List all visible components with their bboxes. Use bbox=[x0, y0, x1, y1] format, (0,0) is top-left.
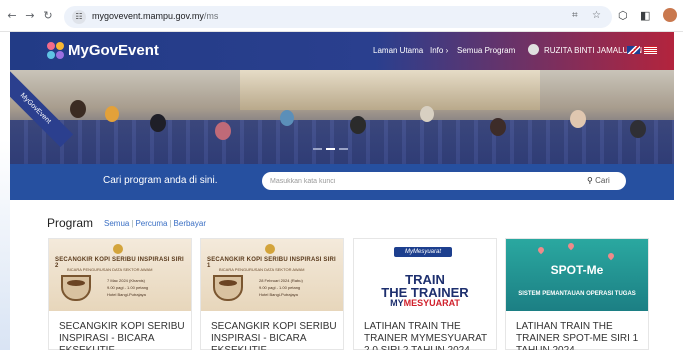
thumb-date: 7 Mac 2024 (Khamis) bbox=[107, 278, 146, 283]
banner-person bbox=[70, 100, 86, 118]
mygovevent-logo-icon[interactable] bbox=[47, 42, 65, 60]
nav-home[interactable]: Laman Utama bbox=[373, 46, 423, 55]
thumb-time: 9.00 pagi - 1.00 petang bbox=[107, 285, 149, 290]
banner-person bbox=[215, 122, 231, 140]
banner-person bbox=[105, 106, 119, 122]
banner-person bbox=[490, 118, 506, 136]
program-card[interactable]: SECANGKIR KOPI SERIBU INSPIRASI SIRI 1 B… bbox=[200, 238, 344, 350]
nav-all-programs[interactable]: Semua Program bbox=[457, 46, 515, 55]
map-pin-icon bbox=[606, 251, 616, 261]
address-url: mygovevent.mampu.gov.my/ms bbox=[92, 11, 219, 21]
banner-person bbox=[350, 116, 366, 134]
banner-person bbox=[630, 120, 646, 138]
thumb-title: SPOT-Me bbox=[550, 263, 604, 277]
site-logo-text[interactable]: MyGovEvent bbox=[68, 42, 159, 59]
program-card-thumbnail[interactable]: SECANGKIR KOPI SERIBU INSPIRASI SIRI 2 B… bbox=[49, 239, 191, 311]
thumb-line-3: MYMESYUARAT bbox=[390, 298, 460, 308]
filter-free[interactable]: Percuma bbox=[135, 219, 167, 228]
filter-paid[interactable]: Berbayar bbox=[174, 219, 206, 228]
page-side-decoration bbox=[0, 140, 10, 350]
thumb-subheading: BICARA PENGURUSAN DATA SEKTOR AWAM bbox=[219, 267, 305, 272]
map-pin-icon bbox=[536, 245, 546, 255]
reload-icon[interactable]: ↻ bbox=[42, 9, 54, 23]
program-card-title[interactable]: SECANGKIR KOPI SERIBU INSPIRASI - BICARA… bbox=[59, 321, 189, 350]
banner-person bbox=[150, 114, 166, 132]
nav-info[interactable]: Info › bbox=[430, 46, 448, 55]
translate-icon[interactable]: ⌗ bbox=[572, 10, 578, 21]
program-card-title[interactable]: LATIHAN TRAIN THE TRAINER SPOT-ME SIRI 1… bbox=[516, 321, 646, 350]
search-label: Cari program anda di sini. bbox=[103, 175, 218, 186]
search-icon: ⚲ bbox=[587, 176, 593, 185]
user-avatar-icon[interactable] bbox=[528, 44, 539, 55]
program-card[interactable]: SECANGKIR KOPI SERIBU INSPIRASI SIRI 2 B… bbox=[48, 238, 192, 350]
carousel-dot[interactable] bbox=[339, 148, 348, 150]
bookmark-star-icon[interactable]: ☆ bbox=[592, 10, 601, 21]
search-input[interactable] bbox=[262, 172, 585, 190]
program-card[interactable]: SPOT-Me SISTEM PEMANTAUAN OPERASI TUGAS … bbox=[505, 238, 649, 350]
browser-toolbar: ← → ↻ ☷ mygovevent.mampu.gov.my/ms ⌗ ☆ ⬡… bbox=[0, 0, 683, 32]
malay-flag-icon[interactable] bbox=[644, 46, 657, 54]
thumb-date: 28 Februari 2024 (Rabu) bbox=[259, 278, 303, 283]
carousel-dot-active[interactable] bbox=[326, 148, 335, 150]
carousel-indicators bbox=[313, 148, 353, 151]
program-heading: Program bbox=[47, 216, 94, 230]
site-header: MyGovEvent Laman Utama Info › Semua Prog… bbox=[10, 32, 674, 70]
program-card-thumbnail[interactable]: SECANGKIR KOPI SERIBU INSPIRASI SIRI 1 B… bbox=[201, 239, 343, 311]
search-button[interactable]: ⚲ Cari bbox=[585, 172, 626, 190]
english-flag-icon[interactable] bbox=[627, 46, 640, 54]
thumb-time: 9.00 pagi - 1.00 petang bbox=[259, 285, 301, 290]
thumb-venue: Hotel Bangi-Putrajaya bbox=[259, 292, 298, 297]
search-button-label: Cari bbox=[595, 176, 610, 185]
program-filters: Semua | Percuma | Berbayar bbox=[104, 219, 206, 228]
coffee-cup-icon bbox=[213, 275, 243, 301]
carousel-dot[interactable] bbox=[313, 148, 322, 150]
filter-all[interactable]: Semua bbox=[104, 219, 129, 228]
program-card-thumbnail[interactable]: MyMesyuarat TRAIN THE TRAINER MYMESYUARA… bbox=[354, 239, 496, 311]
back-icon[interactable]: ← bbox=[6, 9, 18, 23]
thumb-subtitle: SISTEM PEMANTAUAN OPERASI TUGAS bbox=[518, 291, 636, 297]
government-crest-icon bbox=[265, 244, 275, 254]
profile-avatar[interactable] bbox=[663, 8, 677, 22]
program-card-title[interactable]: SECANGKIR KOPI SERIBU INSPIRASI - BICARA… bbox=[211, 321, 341, 350]
thumb-subheading: BICARA PENGURUSAN DATA SEKTOR AWAM bbox=[67, 267, 153, 272]
extensions-icon[interactable]: ⬡ bbox=[618, 9, 628, 22]
banner-person bbox=[570, 110, 586, 128]
government-crest-icon bbox=[113, 244, 123, 254]
thumb-details: 28 Februari 2024 (Rabu) 9.00 pagi - 1.00… bbox=[259, 277, 303, 298]
thumb-details: 7 Mac 2024 (Khamis) 9.00 pagi - 1.00 pet… bbox=[107, 277, 148, 298]
map-pin-icon bbox=[566, 241, 576, 251]
thumb-venue: Hotel Bangi-Putrajaya bbox=[107, 292, 146, 297]
address-bar[interactable]: ☷ mygovevent.mampu.gov.my/ms ⌗ ☆ bbox=[64, 6, 612, 28]
program-card-thumbnail[interactable]: SPOT-Me SISTEM PEMANTAUAN OPERASI TUGAS bbox=[506, 239, 648, 311]
sidepanel-icon[interactable]: ◧ bbox=[640, 9, 650, 22]
program-card[interactable]: MyMesyuarat TRAIN THE TRAINER MYMESYUARA… bbox=[353, 238, 497, 350]
forward-icon[interactable]: → bbox=[24, 9, 36, 23]
banner-person bbox=[420, 106, 434, 122]
site-info-icon[interactable]: ☷ bbox=[72, 10, 86, 24]
program-card-title[interactable]: LATIHAN TRAIN THE TRAINER MYMESYUARAT 2.… bbox=[364, 321, 494, 350]
mymesyuarat-logo: MyMesyuarat bbox=[394, 247, 452, 257]
banner-stage bbox=[240, 70, 540, 110]
banner-person bbox=[280, 110, 294, 126]
coffee-cup-icon bbox=[61, 275, 91, 301]
